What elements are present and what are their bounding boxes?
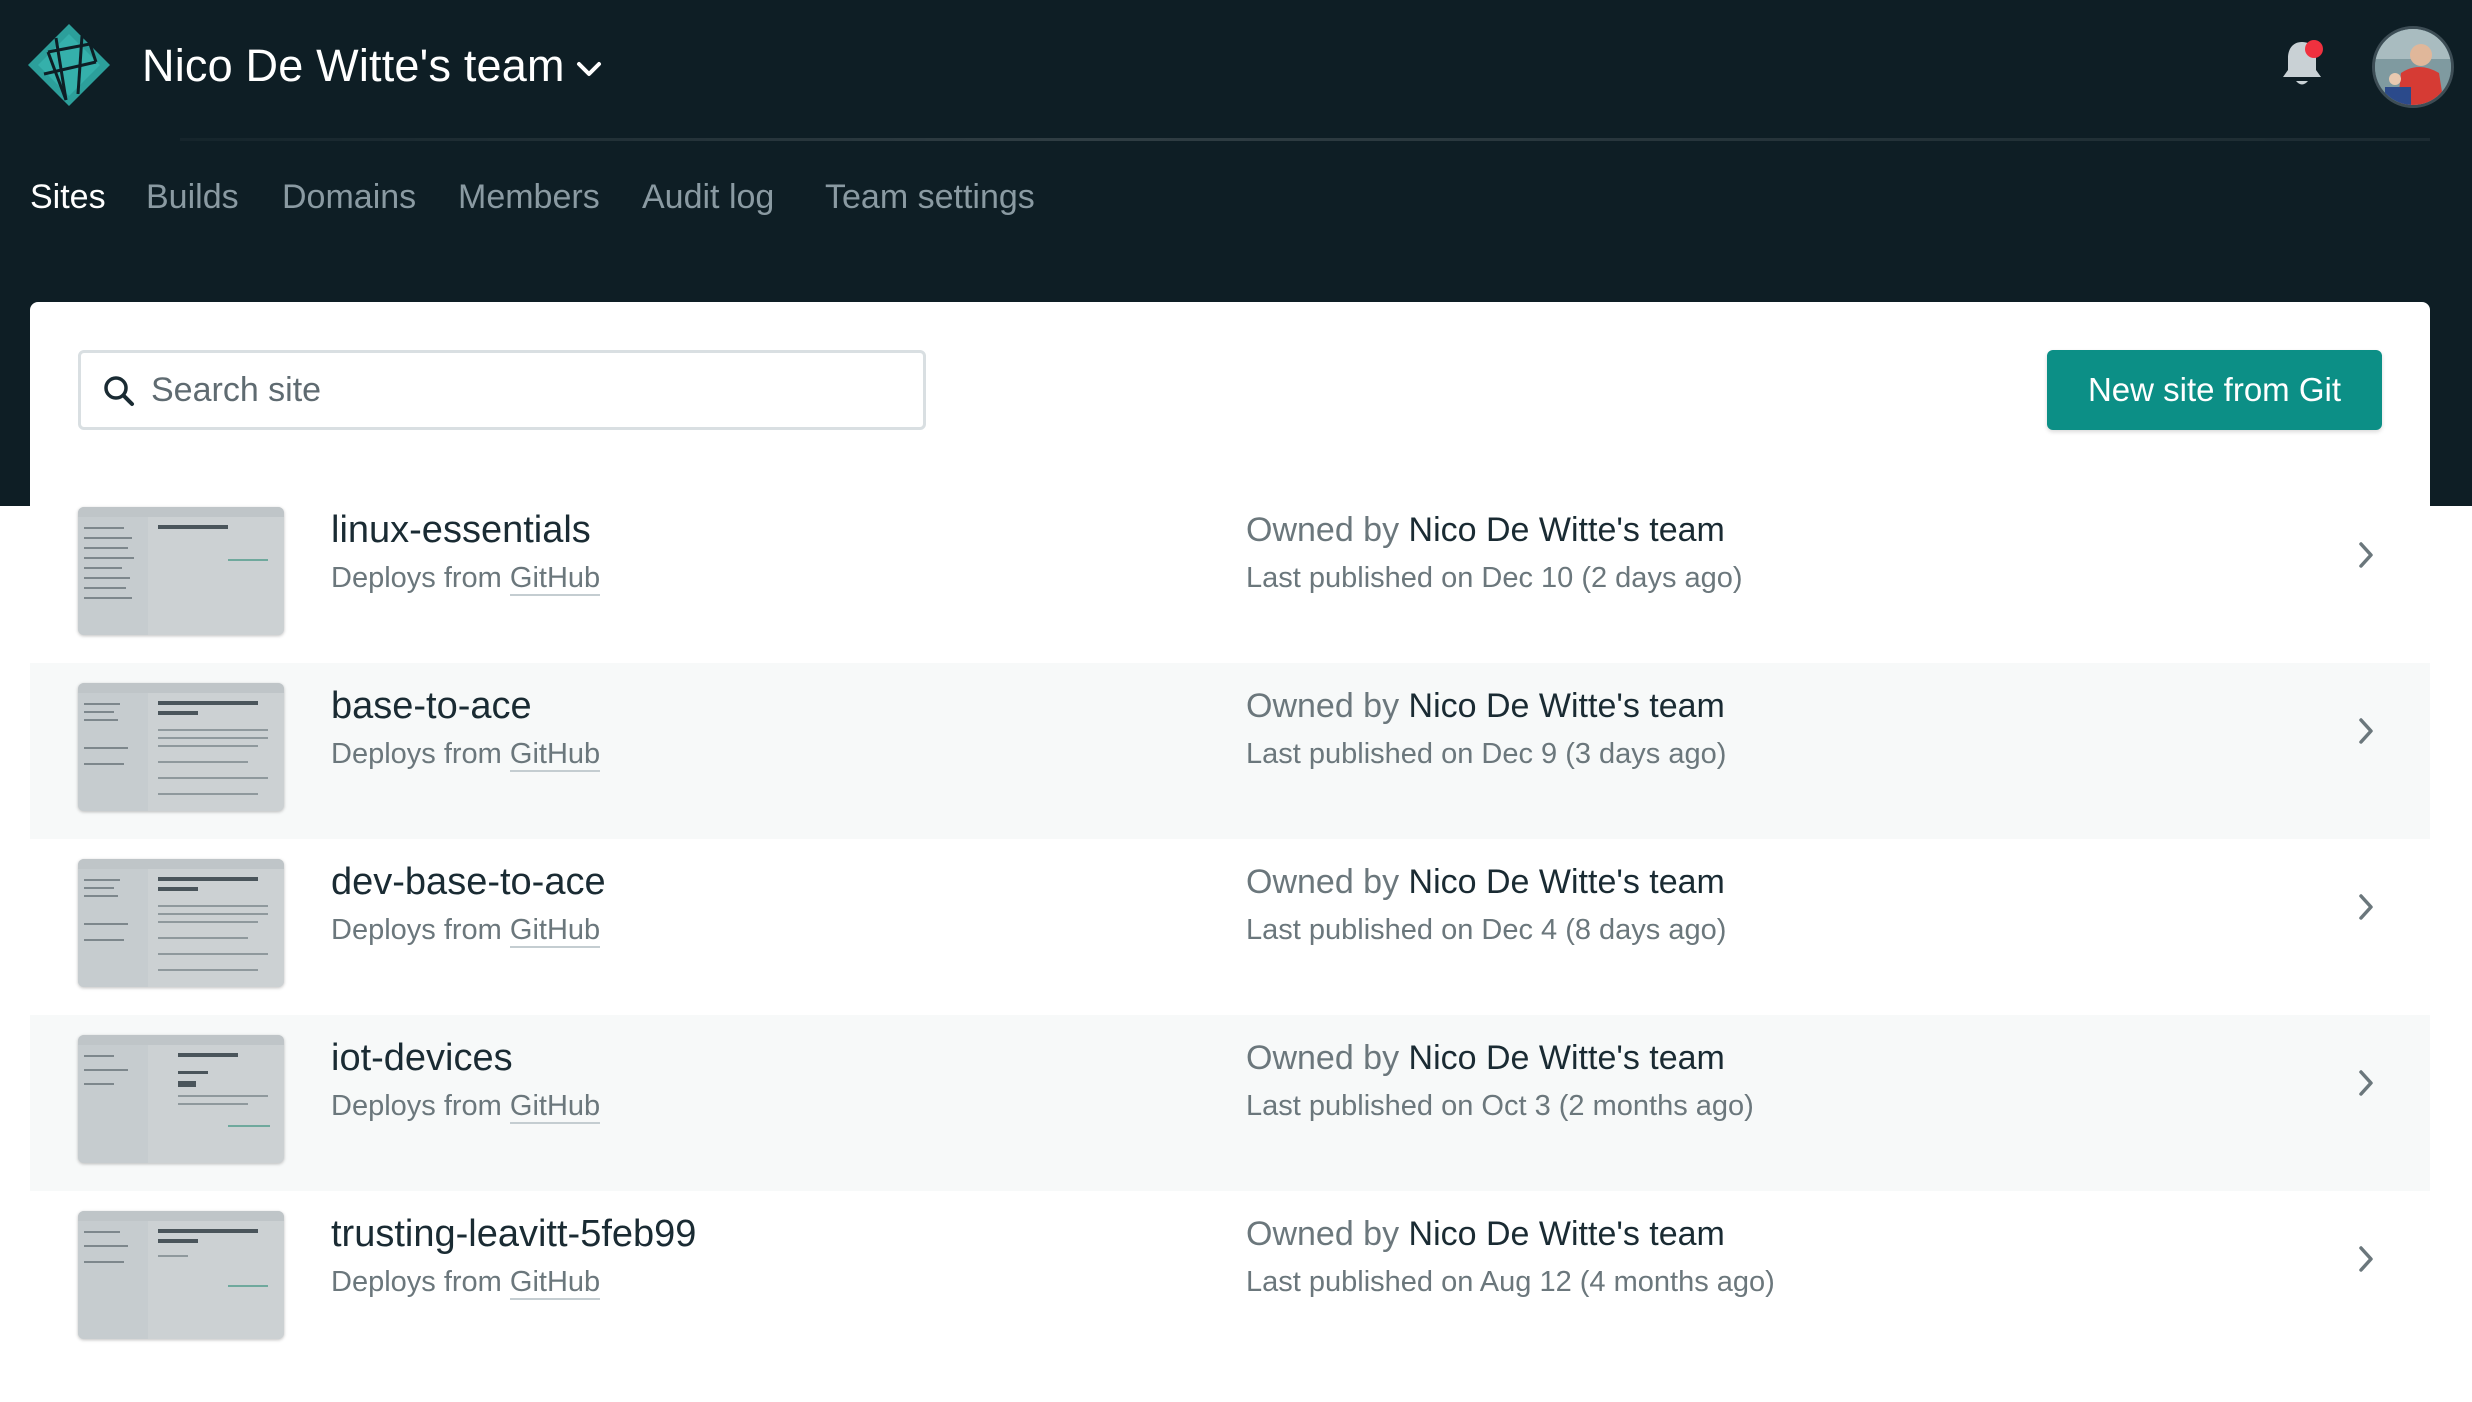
tab-domains[interactable]: Domains [282, 178, 416, 217]
owner-name: Nico De Witte's team [1408, 687, 1725, 725]
site-thumbnail [78, 1211, 284, 1339]
user-avatar-icon [2375, 29, 2451, 105]
search-placeholder: Search site [151, 371, 322, 409]
owner-info: Owned by Nico De Witte's team [1246, 863, 1725, 902]
owned-prefix: Owned by [1246, 863, 1409, 901]
chevron-right-icon[interactable] [2356, 1243, 2376, 1275]
site-thumbnail [78, 1035, 284, 1163]
last-published: Last published on Dec 4 (8 days ago) [1246, 914, 1727, 946]
tab-builds[interactable]: Builds [146, 178, 239, 217]
deploy-source-link[interactable]: GitHub [509, 738, 601, 772]
owner-info: Owned by Nico De Witte's team [1246, 511, 1725, 550]
chevron-right-icon[interactable] [2356, 1067, 2376, 1099]
deploy-source: Deploys from GitHub [331, 738, 601, 772]
deploy-source: Deploys from GitHub [331, 914, 601, 948]
site-row[interactable]: iot-devices Deploys from GitHub Owned by… [30, 1015, 2430, 1191]
netlify-logo[interactable] [26, 22, 112, 108]
site-row[interactable]: dev-base-to-ace Deploys from GitHub Owne… [30, 839, 2430, 1015]
chevron-right-icon[interactable] [2356, 539, 2376, 571]
owner-name: Nico De Witte's team [1408, 1215, 1725, 1253]
owner-info: Owned by Nico De Witte's team [1246, 1039, 1725, 1078]
owned-prefix: Owned by [1246, 1039, 1409, 1077]
owner-info: Owned by Nico De Witte's team [1246, 687, 1725, 726]
notification-badge [2305, 40, 2323, 58]
tab-sites[interactable]: Sites [30, 178, 106, 217]
owner-info: Owned by Nico De Witte's team [1246, 1215, 1725, 1254]
owned-prefix: Owned by [1246, 511, 1409, 549]
deploy-source-link[interactable]: GitHub [509, 1266, 601, 1300]
last-published: Last published on Dec 10 (2 days ago) [1246, 562, 1743, 594]
chevron-right-icon[interactable] [2356, 891, 2376, 923]
site-row[interactable]: linux-essentials Deploys from GitHub Own… [30, 487, 2430, 663]
deploys-prefix: Deploys from [331, 914, 510, 946]
deploys-prefix: Deploys from [331, 1266, 510, 1298]
site-thumbnail [78, 507, 284, 635]
deploy-source: Deploys from GitHub [331, 1090, 601, 1124]
search-icon [104, 376, 134, 406]
tab-audit-log[interactable]: Audit log [642, 178, 774, 217]
deploys-prefix: Deploys from [331, 1090, 510, 1122]
tab-members[interactable]: Members [458, 178, 600, 217]
owner-name: Nico De Witte's team [1408, 511, 1725, 549]
site-name[interactable]: dev-base-to-ace [331, 861, 606, 904]
avatar[interactable] [2372, 26, 2454, 108]
site-row[interactable]: trusting-leavitt-5feb99 Deploys from Git… [30, 1191, 2430, 1367]
last-published: Last published on Aug 12 (4 months ago) [1246, 1266, 1775, 1298]
owner-name: Nico De Witte's team [1408, 1039, 1725, 1077]
site-thumbnail [78, 683, 284, 811]
owner-name: Nico De Witte's team [1408, 863, 1725, 901]
chevron-down-icon[interactable] [576, 60, 602, 78]
deploys-prefix: Deploys from [331, 562, 510, 594]
header-divider [180, 138, 2430, 141]
deploy-source: Deploys from GitHub [331, 1266, 601, 1300]
deploy-source-link[interactable]: GitHub [509, 914, 601, 948]
sites-panel: Search site New site from Git linux-esse… [30, 302, 2430, 1402]
deploys-prefix: Deploys from [331, 738, 510, 770]
search-input[interactable]: Search site [78, 350, 926, 430]
site-row[interactable]: base-to-ace Deploys from GitHub Owned by… [30, 663, 2430, 839]
site-name[interactable]: linux-essentials [331, 509, 591, 552]
deploy-source-link[interactable]: GitHub [509, 1090, 601, 1124]
site-thumbnail [78, 859, 284, 987]
deploy-source-link[interactable]: GitHub [509, 562, 601, 596]
team-switcher-label[interactable]: Nico De Witte's team [142, 40, 565, 92]
last-published: Last published on Oct 3 (2 months ago) [1246, 1090, 1754, 1122]
site-name[interactable]: base-to-ace [331, 685, 532, 728]
new-site-from-git-button[interactable]: New site from Git [2047, 350, 2382, 430]
deploy-source: Deploys from GitHub [331, 562, 601, 596]
owned-prefix: Owned by [1246, 1215, 1409, 1253]
tab-team-settings[interactable]: Team settings [825, 178, 1035, 217]
owned-prefix: Owned by [1246, 687, 1409, 725]
chevron-right-icon[interactable] [2356, 715, 2376, 747]
site-name[interactable]: iot-devices [331, 1037, 513, 1080]
last-published: Last published on Dec 9 (3 days ago) [1246, 738, 1727, 770]
site-name[interactable]: trusting-leavitt-5feb99 [331, 1213, 696, 1256]
